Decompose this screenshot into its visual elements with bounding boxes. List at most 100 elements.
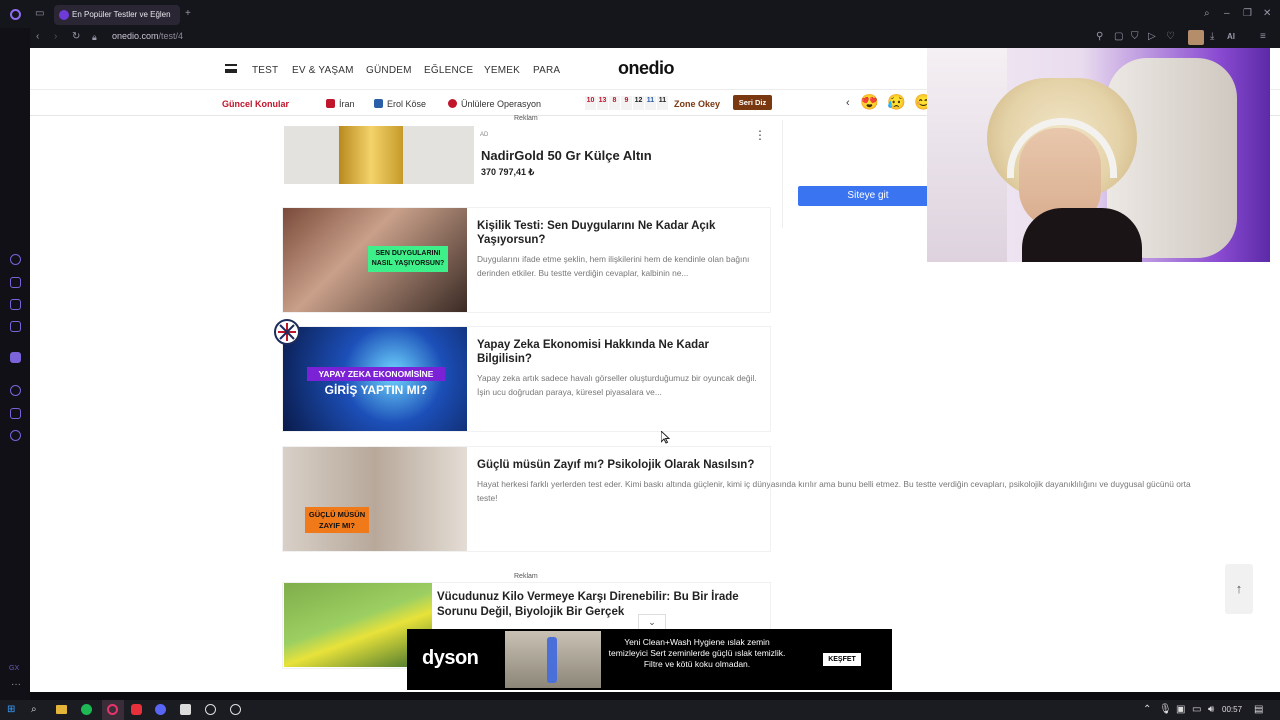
- dyson-banner-ad[interactable]: dyson Yeni Clean+Wash Hygiene ıslak zemi…: [407, 629, 892, 690]
- mouse-cursor-icon: [661, 431, 670, 444]
- reload-icon[interactable]: ↻: [72, 32, 80, 42]
- nav-eglence[interactable]: EĞLENCE: [424, 65, 473, 76]
- test-card[interactable]: SEN DUYGULARINI NASIL YAŞIYORSUN? Kişili…: [283, 208, 770, 312]
- tray-app-icon[interactable]: ▣: [1176, 705, 1185, 715]
- adblock-icon[interactable]: ⛉: [1131, 32, 1139, 42]
- nav-para[interactable]: PARA: [533, 65, 560, 76]
- hamburger-menu-icon[interactable]: [225, 64, 237, 73]
- url-path: /test/4: [158, 31, 184, 41]
- scroll-to-top-button[interactable]: ↑: [1225, 564, 1253, 614]
- pin-icon[interactable]: ⚲: [1096, 32, 1103, 42]
- nav-test[interactable]: TEST: [252, 65, 278, 76]
- site-logo[interactable]: onedio: [618, 58, 675, 79]
- ad-label-bottom: Reklam: [514, 573, 538, 580]
- tray-arrow-icon[interactable]: ⌃: [1143, 705, 1151, 715]
- url-field[interactable]: onedio.com/test/4: [112, 31, 183, 41]
- thumb-caption: GÜÇLÜ MÜSÜN ZAYIF MI?: [305, 507, 369, 533]
- card-description: Duygularını ifade etme şeklin, hem ilişk…: [477, 254, 750, 278]
- close-window-icon[interactable]: ✕: [1263, 9, 1271, 19]
- opera-gx-active-icon[interactable]: [102, 700, 124, 720]
- sidebar-history-icon[interactable]: [10, 385, 21, 396]
- obs-icon[interactable]: [205, 704, 216, 715]
- lock-icon: 🔒︎: [92, 32, 97, 42]
- start-icon[interactable]: ⊞: [7, 705, 15, 715]
- ad-title[interactable]: Vücudunuz Kilo Vermeye Karşı Direnebilir…: [437, 590, 757, 620]
- topic-iran[interactable]: İran: [326, 99, 355, 109]
- player-icon[interactable]: ▷: [1148, 32, 1156, 42]
- heart-icon[interactable]: ♡: [1166, 32, 1175, 42]
- nav-ev-yasam[interactable]: EV & YAŞAM: [292, 65, 354, 76]
- dyson-ad-text: Yeni Clean+Wash Hygiene ıslak zemin temi…: [608, 637, 786, 669]
- topics-label: Güncel Konular: [222, 99, 290, 109]
- okey-tile: 11: [657, 96, 668, 110]
- discord-icon[interactable]: [155, 704, 166, 715]
- test-card[interactable]: GÜÇLÜ MÜSÜN ZAYIF MI? Güçlü müsün Zayıf …: [283, 447, 1280, 551]
- ad-title[interactable]: NadirGold 50 Gr Külçe Altın: [481, 148, 652, 163]
- card-thumbnail[interactable]: GÜÇLÜ MÜSÜN ZAYIF MI?: [283, 447, 467, 551]
- new-tab-icon[interactable]: +: [185, 9, 191, 19]
- card-title[interactable]: Yapay Zeka Ekonomisi Hakkında Ne Kadar B…: [477, 338, 747, 366]
- download-icon[interactable]: ⤓: [1210, 32, 1214, 42]
- sidebar-gx-icon[interactable]: GX: [9, 664, 19, 674]
- nadirgold-ad[interactable]: AD ⋮ NadirGold 50 Gr Külçe Altın 370 797…: [283, 126, 770, 184]
- topic-unlulere-operasyon[interactable]: Ünlülere Operasyon: [448, 99, 541, 109]
- mic-icon[interactable]: 🎙︎: [1159, 705, 1172, 715]
- siteye-git-button[interactable]: Siteye git: [798, 186, 938, 206]
- zone-okey-label[interactable]: Zone Okey: [674, 99, 720, 109]
- emoji-prev-icon[interactable]: ‹: [846, 97, 850, 109]
- test-card[interactable]: YAPAY ZEKA EKONOMİSİNE GİRİŞ YAPTIN MI? …: [283, 327, 770, 431]
- tab-title: En Popüler Testler ve Eğlen: [72, 10, 171, 19]
- settings-app-icon[interactable]: [230, 704, 241, 715]
- card-description: Hayat herkesi farklı yerlerden test eder…: [477, 479, 1191, 489]
- snapshot-icon[interactable]: ▢: [1114, 32, 1123, 42]
- card-thumbnail[interactable]: YAPAY ZEKA EKONOMİSİNE GİRİŞ YAPTIN MI?: [283, 327, 467, 431]
- sidebar-twitch-icon[interactable]: [10, 352, 21, 363]
- forward-icon[interactable]: ›: [54, 32, 57, 42]
- spotify-icon[interactable]: [81, 704, 92, 715]
- okey-tile: 11: [645, 96, 656, 110]
- sidebar-more-icon[interactable]: ···: [11, 680, 21, 690]
- taskbar-search-icon[interactable]: ⌕: [31, 705, 37, 715]
- dyson-logo: dyson: [422, 647, 479, 669]
- sidebar-mail-icon[interactable]: [10, 321, 21, 332]
- back-icon[interactable]: ‹: [36, 32, 39, 42]
- sidebar-bag-icon[interactable]: [10, 277, 21, 288]
- operasyon-icon: [448, 99, 457, 108]
- active-tab[interactable]: En Popüler Testler ve Eğlen: [54, 5, 180, 25]
- emoji-sad-icon[interactable]: 😥: [887, 95, 906, 110]
- maximize-icon[interactable]: ❐: [1243, 9, 1252, 19]
- network-icon[interactable]: ▭: [1192, 705, 1201, 715]
- app-red-icon[interactable]: [131, 704, 142, 715]
- nav-yemek[interactable]: YEMEK: [484, 65, 520, 76]
- collapse-ad-button[interactable]: ⌄: [638, 614, 666, 629]
- card-thumbnail[interactable]: SEN DUYGULARINI NASIL YAŞIYORSUN?: [283, 208, 467, 312]
- volume-icon[interactable]: 🔊︎: [1208, 705, 1214, 715]
- workspaces-icon[interactable]: ▭: [35, 9, 44, 19]
- nav-gundem[interactable]: GÜNDEM: [366, 65, 412, 76]
- ad-options-icon[interactable]: ⋮: [754, 128, 766, 142]
- seri-diz-button[interactable]: Seri Diz: [733, 95, 772, 110]
- sidebar-aria-icon[interactable]: [10, 254, 21, 265]
- clock[interactable]: 00:57: [1222, 705, 1242, 714]
- file-explorer-icon[interactable]: [56, 705, 67, 714]
- erol-kose-icon: [374, 99, 383, 108]
- menu-icon[interactable]: ≡: [1260, 32, 1266, 42]
- sidebar-wallet-icon[interactable]: [10, 299, 21, 310]
- card-title[interactable]: Kişilik Testi: Sen Duygularını Ne Kadar …: [477, 219, 747, 247]
- ai-button[interactable]: AI: [1227, 32, 1235, 42]
- address-bar-row: ‹ › ↻ 🔒︎ onedio.com/test/4 ⚲ ▢ ⛉ ▷ ♡ ⤓ A…: [30, 28, 1280, 48]
- profile-avatar[interactable]: [1188, 30, 1204, 45]
- card-title[interactable]: Güçlü müsün Zayıf mı? Psikolojik Olarak …: [477, 458, 797, 472]
- notifications-icon[interactable]: ▤: [1254, 705, 1263, 715]
- browser-logo-icon[interactable]: [10, 9, 21, 20]
- app-box-icon[interactable]: [180, 704, 191, 715]
- search-tabs-icon[interactable]: ⌕: [1204, 9, 1210, 19]
- zone-okey-tiles[interactable]: 10 13 8 9 12 11 11: [585, 96, 668, 110]
- kesfet-button[interactable]: KEŞFET: [823, 653, 861, 666]
- card-description: Yapay zeka artık sadece havalı görseller…: [477, 373, 757, 397]
- sidebar-chat-icon[interactable]: [10, 408, 21, 419]
- minimize-icon[interactable]: –: [1224, 9, 1230, 19]
- sidebar-settings-icon[interactable]: [10, 430, 21, 441]
- topic-erol-kose[interactable]: Erol Köse: [374, 99, 426, 109]
- emoji-love-icon[interactable]: 😍: [860, 95, 879, 110]
